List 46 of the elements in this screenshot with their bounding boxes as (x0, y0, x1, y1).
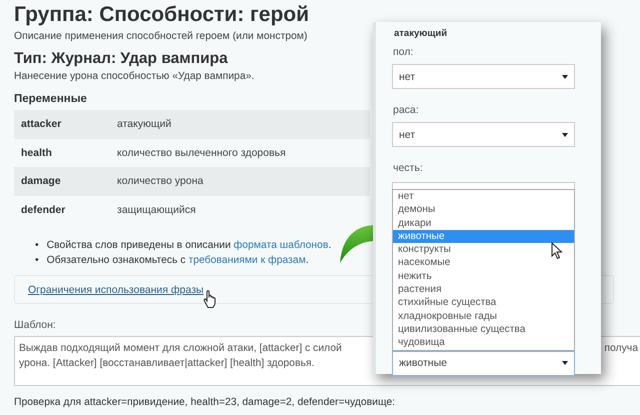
option-item[interactable]: чудовища (393, 336, 574, 350)
variable-description: количество вылеченного здоровья (117, 146, 286, 159)
popup-heading: атакующий (394, 28, 448, 40)
variable-description: атакующий (117, 118, 172, 130)
type-description: Нанесение урона способностью «Удар вампира». (14, 70, 254, 84)
template-label: Шаблон: (14, 319, 56, 331)
caret-icon (562, 361, 568, 366)
option-item[interactable]: цивилизованные существа (393, 322, 574, 336)
option-item[interactable]: демоны (393, 203, 574, 217)
caret-icon (562, 74, 568, 78)
check-text: Проверка для attacker=привидение, health=23, damage=2, defender=чудовище: (14, 396, 396, 409)
variable-name: defender (20, 204, 66, 216)
option-item[interactable]: дикари (393, 216, 574, 230)
restrictions-link[interactable]: Ограничения использования фразы (28, 284, 204, 296)
note-link[interactable]: формата шаблонов (234, 240, 328, 251)
select-field[interactable]: животные (392, 350, 575, 376)
page-description: Описание применения способностей героем (или монстром) (14, 30, 308, 44)
note-text: Обязательно ознакомьтесь с требованиями к фразам. (46, 254, 309, 268)
select-field[interactable]: нет (392, 64, 575, 89)
type-title: Тип: Журнал: Удар вампира (14, 49, 228, 69)
page-title: Группа: Способности: герой (14, 2, 310, 28)
note-text: Свойства слов приведены в описании формата шаблонов. (46, 239, 332, 253)
option-item[interactable]: конструкты (393, 243, 574, 256)
option-item[interactable]: растения (393, 283, 574, 296)
variable-name: health (20, 146, 53, 159)
option-item[interactable]: нет (393, 190, 574, 204)
variables-heading: Переменные (14, 92, 87, 107)
pointer-cursor-icon (551, 242, 563, 260)
select-field[interactable]: нет (392, 122, 575, 147)
field-label: честь: (393, 161, 423, 175)
option-item[interactable]: нежить (393, 270, 574, 284)
hand-cursor-icon (203, 290, 217, 308)
caret-icon (562, 132, 568, 136)
variable-description: количество урона (117, 175, 204, 188)
variable-name: damage (20, 175, 62, 188)
option-item[interactable]: хладнокровные гады (393, 310, 574, 323)
field-label: раса: (393, 103, 419, 117)
option-item[interactable]: насекомые (393, 256, 574, 270)
option-item[interactable]: стихийные существа (393, 296, 574, 310)
variable-description: защищающийся (117, 204, 196, 216)
note-link[interactable]: требованиями к фразам (188, 255, 306, 266)
field-label: пол: (393, 45, 414, 59)
variable-name: attacker (20, 118, 62, 130)
select-field[interactable] (392, 182, 575, 189)
bullet-mark: • (35, 254, 39, 268)
bullet-mark: • (35, 239, 39, 253)
